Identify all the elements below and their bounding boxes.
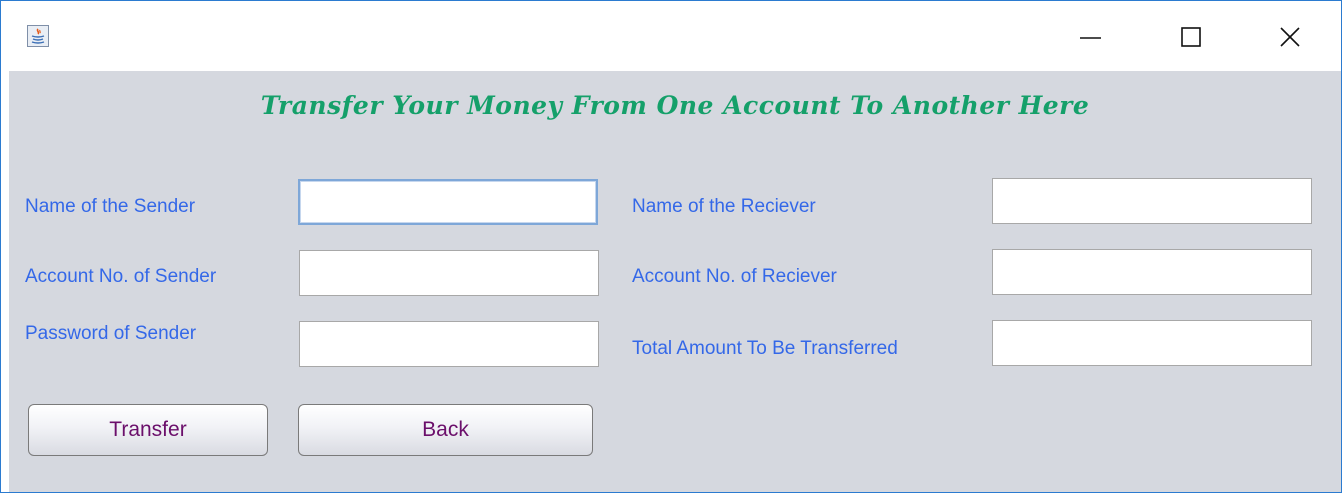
receiver-name-input[interactable] xyxy=(992,178,1312,224)
page-title: Transfer Your Money From One Account To … xyxy=(260,91,1090,120)
minimize-icon[interactable] xyxy=(1068,15,1112,59)
receiver-account-input[interactable] xyxy=(992,249,1312,295)
sender-name-input[interactable] xyxy=(298,179,598,225)
sender-password-input[interactable] xyxy=(299,321,599,367)
back-button[interactable]: Back xyxy=(298,404,593,456)
sender-password-label: Password of Sender xyxy=(25,323,197,344)
receiver-name-label: Name of the Reciever xyxy=(632,196,816,217)
transfer-amount-input[interactable] xyxy=(992,320,1312,366)
title-bar[interactable] xyxy=(1,1,1341,71)
app-window: Transfer Your Money From One Account To … xyxy=(0,0,1342,493)
transfer-button[interactable]: Transfer xyxy=(28,404,268,456)
receiver-account-label: Account No. of Reciever xyxy=(632,266,837,287)
transfer-form-panel: Transfer Your Money From One Account To … xyxy=(9,71,1341,492)
sender-name-label: Name of the Sender xyxy=(25,196,196,217)
close-icon[interactable] xyxy=(1268,15,1312,59)
maximize-icon[interactable] xyxy=(1169,15,1213,59)
java-app-icon[interactable] xyxy=(27,25,49,47)
sender-account-input[interactable] xyxy=(299,250,599,296)
transfer-amount-label: Total Amount To Be Transferred xyxy=(632,338,898,359)
sender-account-label: Account No. of Sender xyxy=(25,266,217,287)
